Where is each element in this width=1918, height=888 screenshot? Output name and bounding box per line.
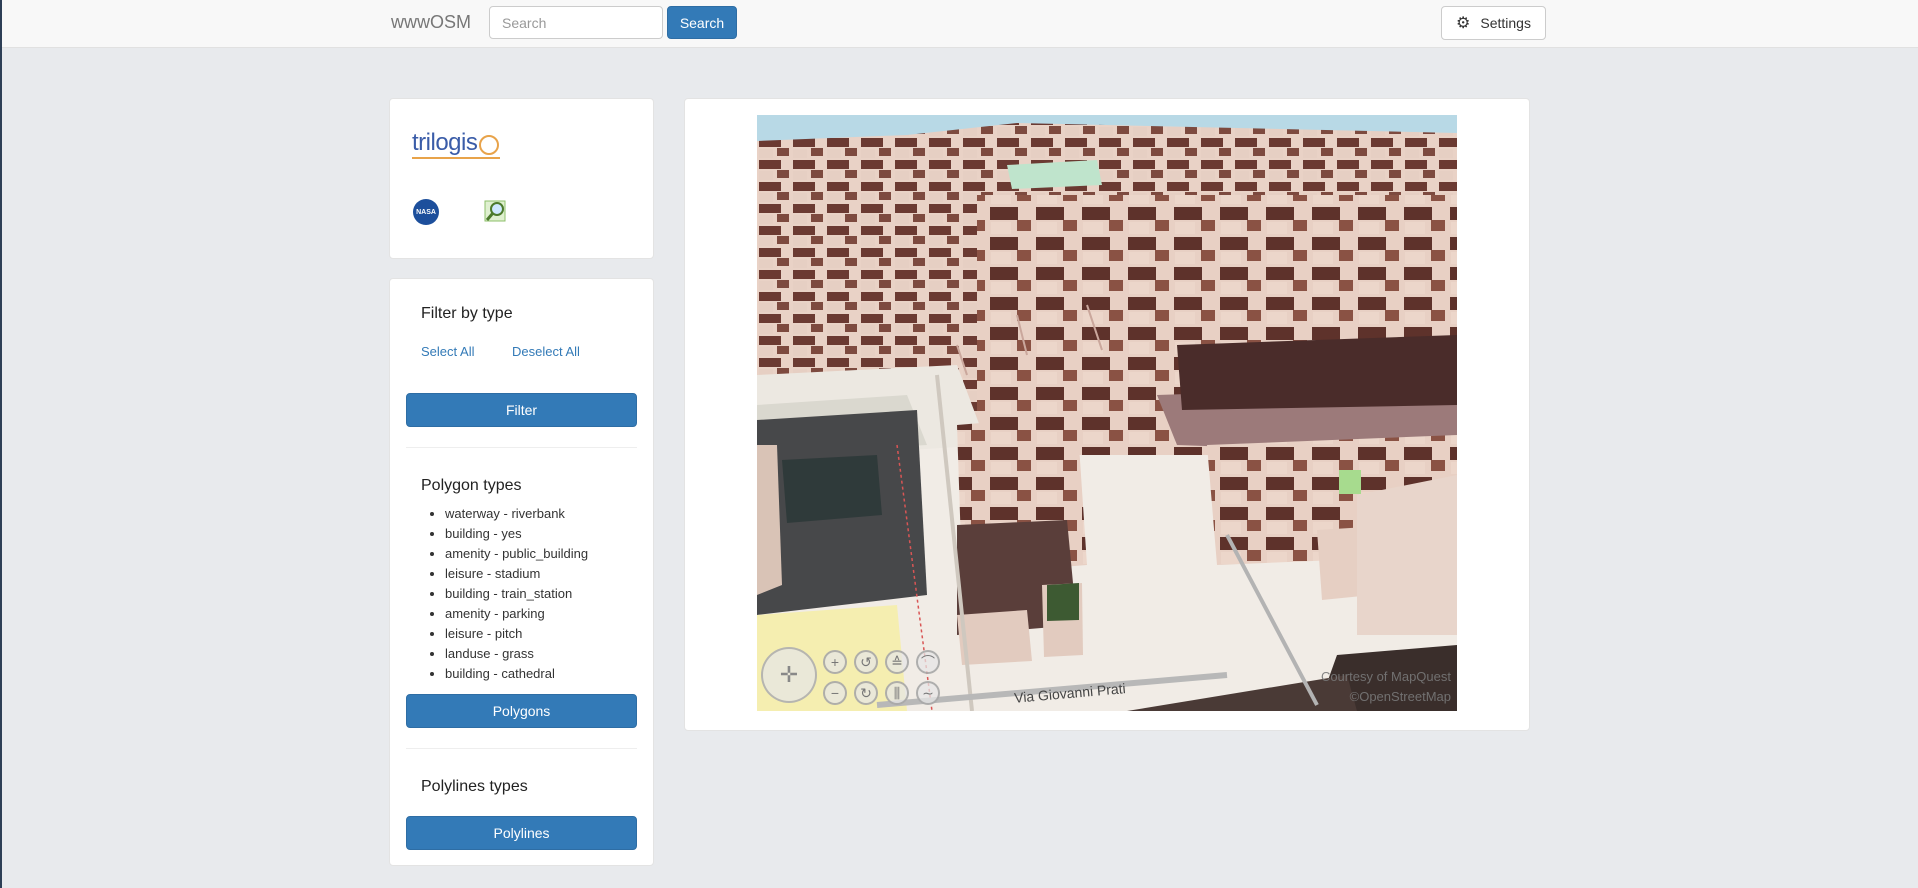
navbar: wwwOSM Search ⚙ Settings bbox=[2, 0, 1918, 48]
filter-panel: Filter by type Select All Deselect All F… bbox=[389, 278, 654, 866]
gear-icon: ⚙ bbox=[1456, 15, 1471, 32]
filter-title: Filter by type bbox=[421, 305, 513, 322]
tilt-up-icon[interactable]: ≙ bbox=[885, 650, 909, 674]
trilogis-logo-ring bbox=[479, 135, 499, 155]
list-item[interactable]: building - cathedral bbox=[445, 664, 588, 684]
map-panel: Via Giovanni Prati Courtesy of MapQuest … bbox=[684, 98, 1530, 731]
elevation-down-icon[interactable]: ∼ bbox=[916, 681, 940, 705]
list-item[interactable]: amenity - public_building bbox=[445, 544, 588, 564]
rotate-left-icon[interactable]: ↺ bbox=[854, 650, 878, 674]
3d-map-view[interactable]: Via Giovanni Prati Courtesy of MapQuest … bbox=[757, 115, 1457, 711]
elevation-up-icon[interactable]: ⌒ bbox=[916, 650, 940, 674]
polylines-types-title: Polylines types bbox=[421, 778, 528, 795]
zoom-out-icon[interactable]: − bbox=[823, 681, 847, 705]
tilt-down-icon[interactable]: ⫼ bbox=[885, 681, 909, 705]
list-item[interactable]: landuse - grass bbox=[445, 644, 588, 664]
divider bbox=[406, 748, 637, 749]
pan-cross-icon: ✛ bbox=[779, 662, 799, 687]
attribution-osm[interactable]: ©OpenStreetMap bbox=[1350, 689, 1451, 704]
search-input[interactable] bbox=[489, 6, 663, 39]
list-item[interactable]: waterway - riverbank bbox=[445, 504, 588, 524]
trilogis-logo-underline bbox=[412, 157, 500, 159]
zoom-in-icon[interactable]: + bbox=[823, 650, 847, 674]
pan-control[interactable]: ✛ bbox=[761, 647, 817, 703]
settings-button[interactable]: ⚙ Settings bbox=[1441, 6, 1546, 40]
list-item[interactable]: building - train_station bbox=[445, 584, 588, 604]
select-all-link[interactable]: Select All bbox=[421, 344, 474, 359]
deselect-all-link[interactable]: Deselect All bbox=[512, 344, 580, 359]
list-item[interactable]: leisure - pitch bbox=[445, 624, 588, 644]
polygon-types-list: waterway - riverbank building - yes amen… bbox=[420, 504, 588, 684]
brand-title[interactable]: wwwOSM bbox=[391, 12, 471, 33]
divider bbox=[406, 447, 637, 448]
magnifier-map-icon[interactable] bbox=[482, 198, 508, 224]
logo-panel: trilogis NASA bbox=[389, 98, 654, 259]
window-edge bbox=[0, 0, 2, 888]
trilogis-logo[interactable]: trilogis bbox=[412, 129, 478, 157]
polygon-types-title: Polygon types bbox=[421, 477, 522, 494]
rotate-right-icon[interactable]: ↻ bbox=[854, 681, 878, 705]
nasa-logo-icon[interactable]: NASA bbox=[413, 199, 439, 225]
polygons-button[interactable]: Polygons bbox=[406, 694, 637, 728]
settings-label: Settings bbox=[1480, 15, 1531, 31]
list-item[interactable]: building - yes bbox=[445, 524, 588, 544]
polylines-button[interactable]: Polylines bbox=[406, 816, 637, 850]
list-item[interactable]: leisure - stadium bbox=[445, 564, 588, 584]
search-button[interactable]: Search bbox=[667, 6, 737, 39]
list-item[interactable]: amenity - parking bbox=[445, 604, 588, 624]
attribution-mapquest[interactable]: Courtesy of MapQuest bbox=[1321, 669, 1451, 684]
map-scene bbox=[757, 115, 1457, 711]
filter-button[interactable]: Filter bbox=[406, 393, 637, 427]
